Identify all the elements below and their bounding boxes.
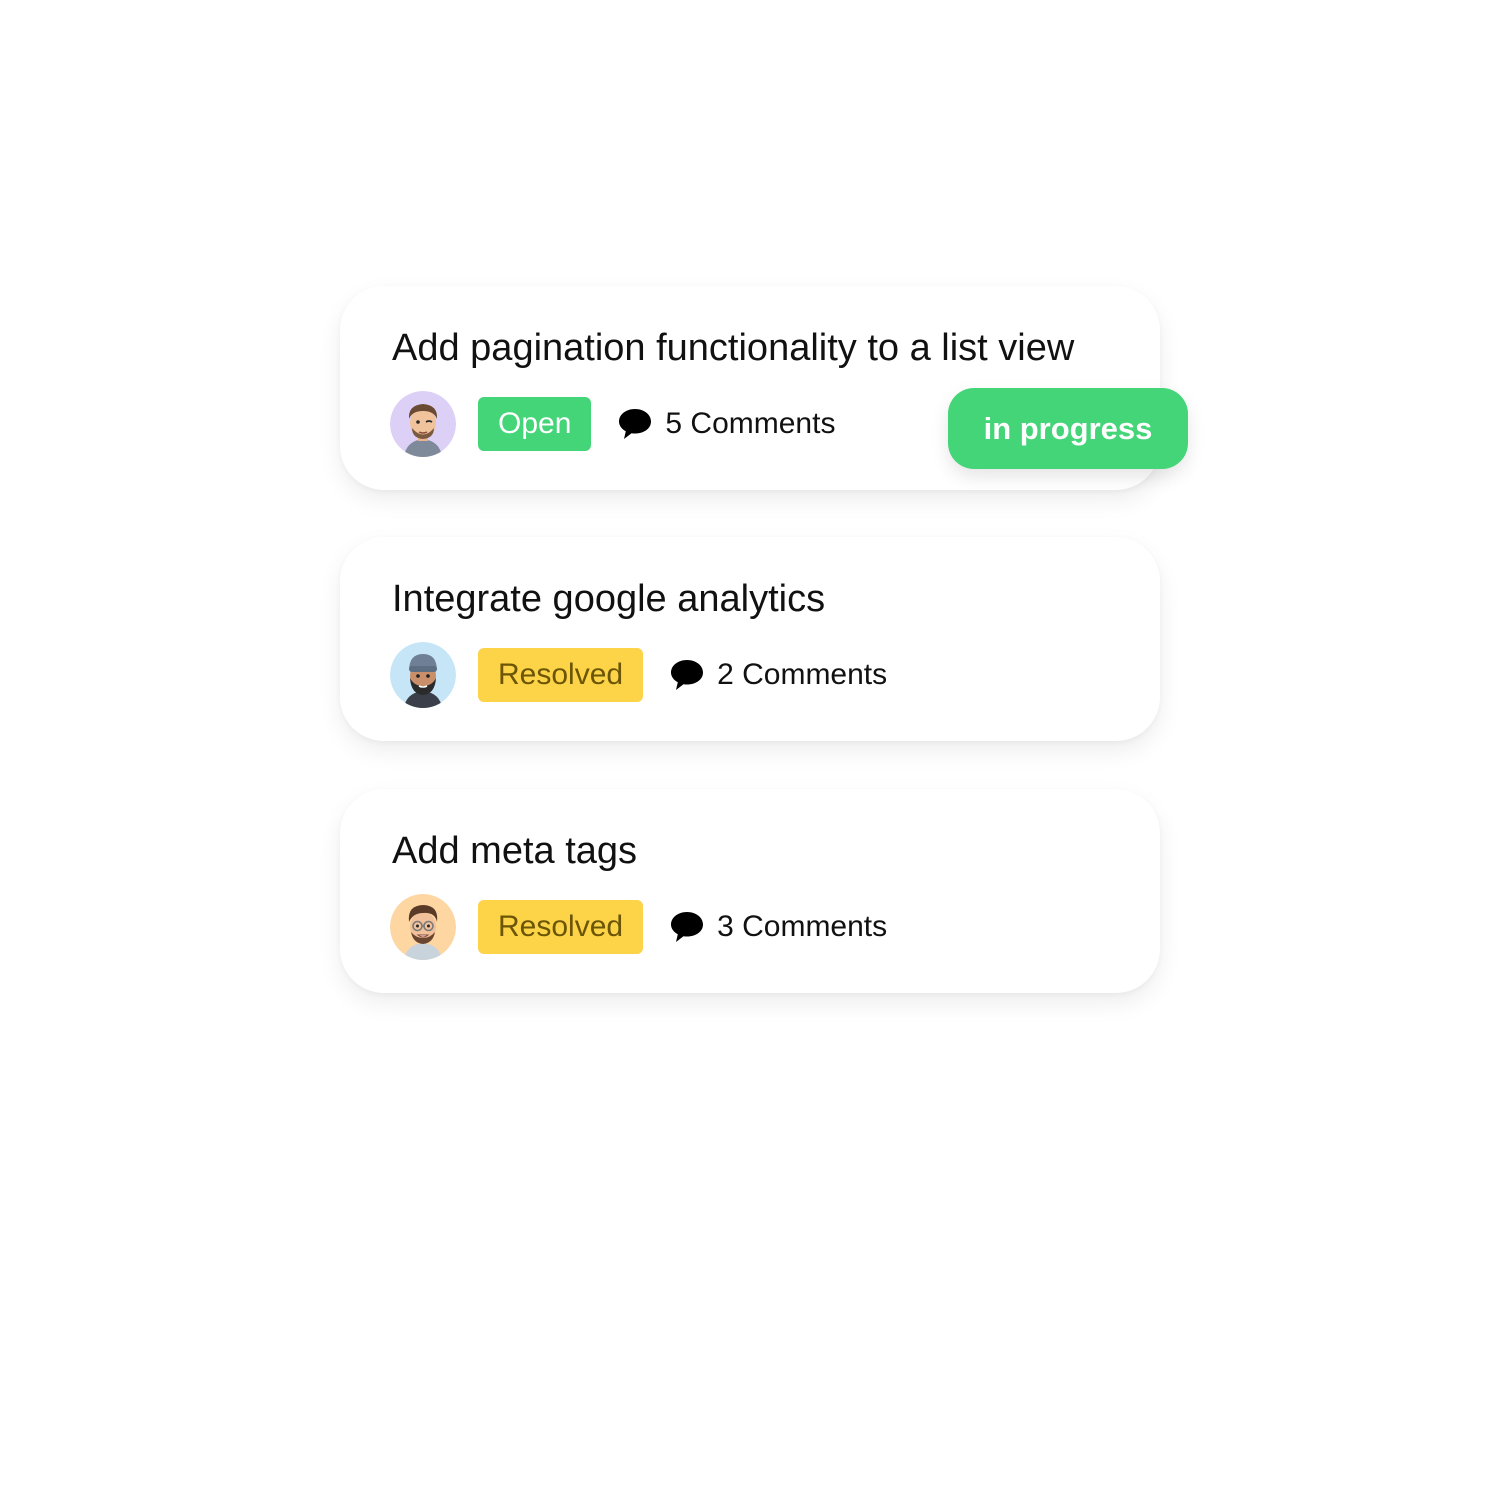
comment-bubble-icon — [669, 657, 705, 693]
comment-count: 3 Comments — [717, 910, 888, 943]
in-progress-status-pill[interactable]: in progress — [948, 388, 1188, 469]
task-meta: Open 5 Comments — [390, 391, 835, 457]
man-with-glasses-avatar-icon — [390, 894, 456, 960]
bearded-man-beanie-avatar-icon — [390, 642, 456, 708]
status-badge[interactable]: Open — [478, 397, 592, 451]
task-meta: Resolved 3 Comments — [390, 894, 887, 960]
task-title: Integrate google analytics — [392, 578, 826, 620]
comments-link[interactable]: 2 Comments — [669, 657, 887, 693]
task-board: Add pagination functionality to a list v… — [0, 0, 1500, 1500]
comment-count: 5 Comments — [665, 407, 836, 440]
task-title: Add meta tags — [392, 830, 638, 872]
comments-link[interactable]: 5 Comments — [617, 406, 835, 442]
avatar[interactable] — [390, 642, 456, 708]
avatar[interactable] — [390, 391, 456, 457]
comments-link[interactable]: 3 Comments — [669, 909, 887, 945]
task-card[interactable]: Add meta tags Resolved 3 Comments — [340, 789, 1160, 993]
comment-bubble-icon — [669, 909, 705, 945]
task-meta: Resolved 2 Comments — [390, 642, 887, 708]
avatar[interactable] — [390, 894, 456, 960]
task-title: Add pagination functionality to a list v… — [392, 327, 1075, 369]
comment-bubble-icon — [617, 406, 653, 442]
comment-count: 2 Comments — [717, 658, 888, 691]
status-badge[interactable]: Resolved — [478, 900, 644, 954]
status-badge[interactable]: Resolved — [478, 648, 644, 702]
task-card[interactable]: Integrate google analytics Resolved 2 Co… — [340, 537, 1160, 741]
winking-man-avatar-icon — [390, 391, 456, 457]
